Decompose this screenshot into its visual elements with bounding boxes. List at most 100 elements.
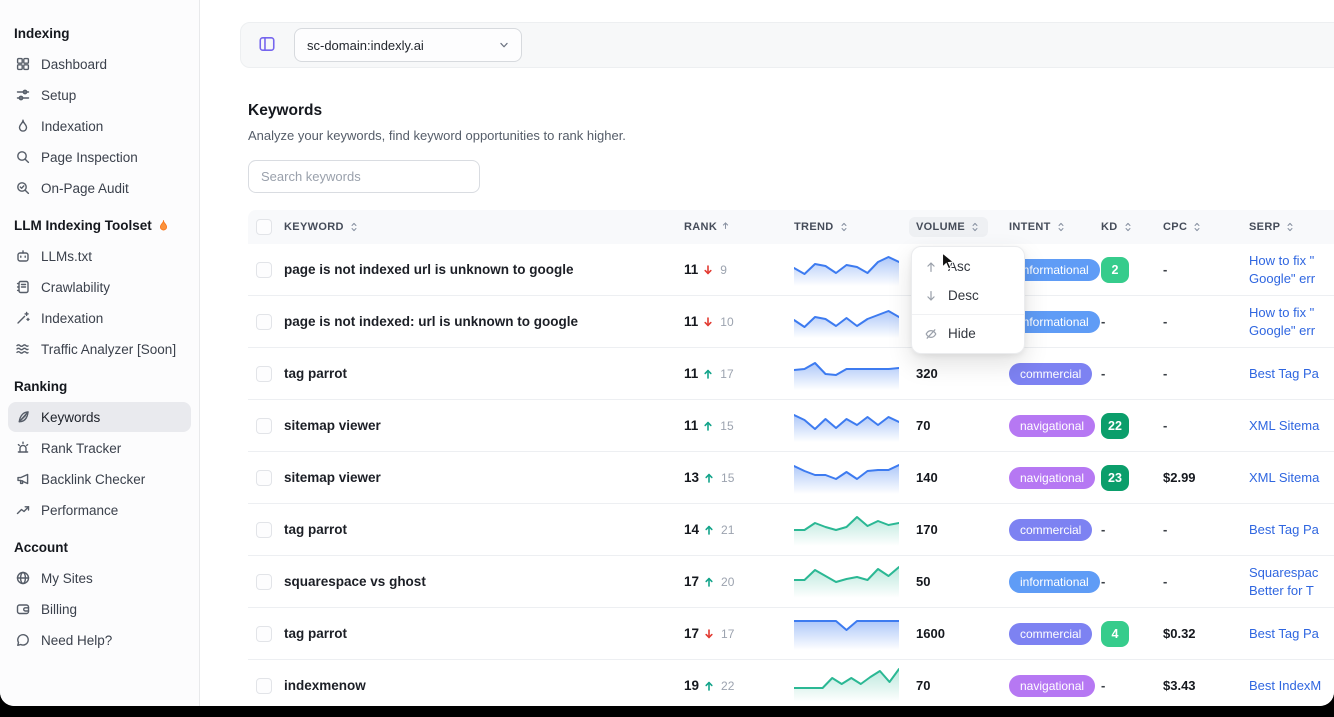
- row-checkbox[interactable]: [256, 574, 272, 590]
- sidebar-item-setup[interactable]: Setup: [8, 80, 191, 110]
- sidebar-item-label: Rank Tracker: [41, 441, 121, 456]
- sidebar-item-crawlability[interactable]: Crawlability: [8, 272, 191, 302]
- kd-cell: 23: [1101, 465, 1163, 491]
- rank-cell: 1922: [684, 678, 794, 693]
- sidebar-item-dashboard[interactable]: Dashboard: [8, 49, 191, 79]
- menu-item-hide[interactable]: Hide: [912, 319, 1024, 348]
- serp-link-line[interactable]: Best Tag Pa: [1249, 625, 1334, 643]
- table-row[interactable]: tag parrot1421170commercial--Best Tag Pa: [248, 504, 1334, 556]
- menu-item-asc[interactable]: Asc: [912, 252, 1024, 281]
- sidebar-item-my-sites[interactable]: My Sites: [8, 563, 191, 593]
- column-header-trend[interactable]: TREND: [794, 221, 916, 233]
- kd-cell: -: [1101, 314, 1163, 329]
- row-checkbox[interactable]: [256, 366, 272, 382]
- table-row[interactable]: squarespace vs ghost172050informational-…: [248, 556, 1334, 608]
- trend-cell: [794, 614, 916, 653]
- sidebar-item-rank-tracker[interactable]: Rank Tracker: [8, 433, 191, 463]
- table-row[interactable]: indexmenow192270navigational-$3.43Best I…: [248, 660, 1334, 706]
- serp-link-line[interactable]: Best Tag Pa: [1249, 365, 1334, 383]
- sidebar-toggle-button[interactable]: [257, 35, 277, 55]
- table-row[interactable]: sitemap viewer111570navigational22-XML S…: [248, 400, 1334, 452]
- sidebar-item-traffic-analyzer-soon[interactable]: Traffic Analyzer [Soon]: [8, 334, 191, 364]
- serp-link-line[interactable]: Better for T: [1249, 582, 1334, 600]
- cpc-cell: -: [1163, 366, 1249, 381]
- sidebar-item-on-page-audit[interactable]: On-Page Audit: [8, 173, 191, 203]
- row-checkbox[interactable]: [256, 314, 272, 330]
- cpc-cell: -: [1163, 314, 1249, 329]
- sort-icon: [348, 221, 360, 233]
- serp-link-line[interactable]: XML Sitema: [1249, 469, 1334, 487]
- column-header-intent[interactable]: INTENT: [1009, 221, 1101, 233]
- rank-value: 14: [684, 522, 699, 537]
- serp-link-line[interactable]: Best Tag Pa: [1249, 521, 1334, 539]
- menu-item-desc[interactable]: Desc: [912, 281, 1024, 310]
- table-row[interactable]: page is not indexed: url is unknown to g…: [248, 296, 1334, 348]
- rank-up-icon: [721, 221, 733, 233]
- column-header-serp[interactable]: SERP: [1249, 221, 1334, 233]
- row-checkbox[interactable]: [256, 470, 272, 486]
- checkbox-cell: [248, 522, 284, 538]
- header-checkbox[interactable]: [256, 219, 272, 235]
- checkbox-cell: [248, 678, 284, 694]
- keyword-cell: sitemap viewer: [284, 418, 684, 433]
- sidebar-item-keywords[interactable]: Keywords: [8, 402, 191, 432]
- column-header-rank[interactable]: RANK: [684, 221, 794, 233]
- column-sort-menu: Asc Desc Hide: [911, 246, 1025, 354]
- row-checkbox[interactable]: [256, 626, 272, 642]
- table-row[interactable]: sitemap viewer1315140navigational23$2.99…: [248, 452, 1334, 504]
- serp-link-line[interactable]: How to fix ": [1249, 252, 1334, 270]
- domain-select-value: sc-domain:indexly.ai: [307, 38, 424, 53]
- domain-select[interactable]: sc-domain:indexly.ai: [294, 28, 522, 62]
- serp-link-line[interactable]: XML Sitema: [1249, 417, 1334, 435]
- rank-up-icon: [703, 524, 715, 536]
- menu-divider: [912, 314, 1024, 315]
- rank-value: 19: [684, 678, 699, 693]
- column-header-keyword[interactable]: KEYWORD: [284, 221, 684, 233]
- page-content: Keywords Analyze your keywords, find key…: [200, 102, 1334, 706]
- row-checkbox[interactable]: [256, 678, 272, 694]
- row-checkbox[interactable]: [256, 522, 272, 538]
- serp-link-line[interactable]: Best IndexM: [1249, 677, 1334, 695]
- intent-cell: navigational: [1009, 415, 1101, 437]
- sidebar-item-llms-txt[interactable]: LLMs.txt: [8, 241, 191, 271]
- sidebar-item-label: My Sites: [41, 571, 93, 586]
- sidebar-item-billing[interactable]: Billing: [8, 594, 191, 624]
- checkbox-cell: [248, 470, 284, 486]
- search-input[interactable]: [248, 160, 480, 193]
- sidebar-item-need-help[interactable]: Need Help?: [8, 625, 191, 655]
- menu-item-label: Desc: [948, 288, 979, 303]
- sidebar-item-performance[interactable]: Performance: [8, 495, 191, 525]
- column-header-kd[interactable]: KD: [1101, 221, 1163, 233]
- page-title: Keywords: [248, 102, 1334, 120]
- trend-sparkline: [794, 666, 899, 702]
- rank-up-icon: [703, 680, 715, 692]
- sidebar-item-label: Indexation: [41, 119, 103, 134]
- serp-link-line[interactable]: How to fix ": [1249, 304, 1334, 322]
- table-row[interactable]: tag parrot17171600commercial4$0.32Best T…: [248, 608, 1334, 660]
- rank-cell: 1315: [684, 470, 794, 485]
- row-checkbox[interactable]: [256, 418, 272, 434]
- column-header-cpc[interactable]: CPC: [1163, 221, 1249, 233]
- wand-icon: [15, 310, 31, 326]
- serp-link-line[interactable]: Google" err: [1249, 322, 1334, 340]
- sidebar-item-indexation[interactable]: Indexation: [8, 111, 191, 141]
- sidebar-item-backlink-checker[interactable]: Backlink Checker: [8, 464, 191, 494]
- sidebar-item-page-inspection[interactable]: Page Inspection: [8, 142, 191, 172]
- rank-value: 11: [684, 262, 698, 277]
- sidebar-item-indexation[interactable]: Indexation: [8, 303, 191, 333]
- trend-sparkline: [794, 250, 899, 286]
- serp-link-line[interactable]: Squarespac: [1249, 564, 1334, 582]
- cpc-cell: -: [1163, 262, 1249, 277]
- eye-off-icon: [924, 327, 938, 341]
- column-header-volume[interactable]: VOLUME: [916, 217, 1009, 237]
- sidebar-nav: IndexingDashboardSetupIndexationPage Ins…: [0, 12, 199, 655]
- cpc-empty-value: -: [1163, 418, 1167, 433]
- intent-badge: commercial: [1009, 623, 1092, 645]
- table-row[interactable]: tag parrot1117320commercial--Best Tag Pa: [248, 348, 1334, 400]
- rank-cell: 1110: [684, 314, 794, 329]
- keywords-table: KEYWORDRANKTRENDVOLUMEINTENTKDCPCSERP pa…: [248, 210, 1334, 706]
- table-row[interactable]: page is not indexed url is unknown to go…: [248, 244, 1334, 296]
- serp-link-line[interactable]: Google" err: [1249, 270, 1334, 288]
- kd-cell: -: [1101, 574, 1163, 589]
- row-checkbox[interactable]: [256, 262, 272, 278]
